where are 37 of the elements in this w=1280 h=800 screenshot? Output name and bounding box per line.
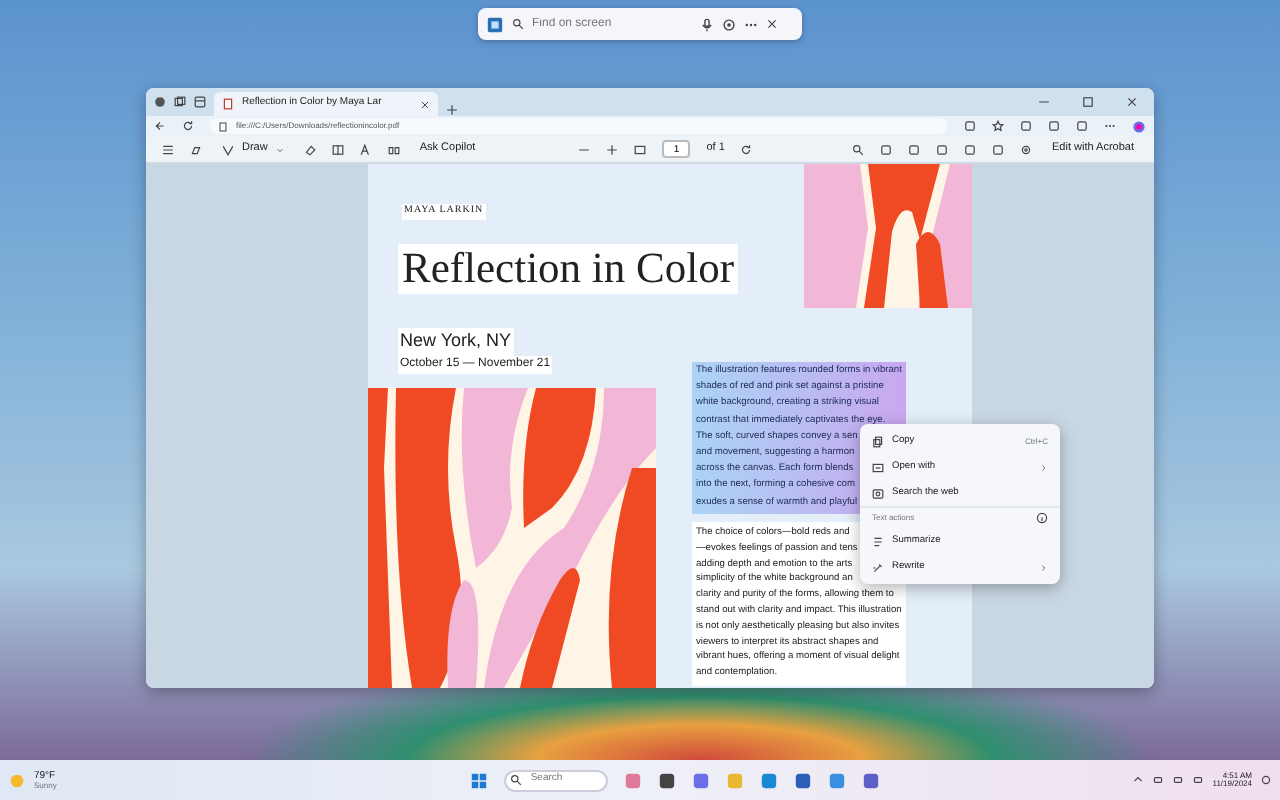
copy-icon	[872, 435, 884, 447]
maximize-icon[interactable]	[1082, 96, 1094, 108]
location-text: New York, NY	[398, 328, 514, 355]
back-icon[interactable]	[154, 120, 166, 132]
refresh-icon[interactable]	[182, 120, 194, 132]
favorite-icon[interactable]	[992, 120, 1004, 132]
text-size-icon[interactable]	[359, 143, 372, 155]
page-view-icon[interactable]	[331, 143, 344, 155]
search-icon	[512, 18, 524, 30]
file-icon	[218, 121, 228, 131]
close-icon[interactable]	[766, 18, 778, 30]
summarize-icon	[872, 535, 884, 547]
close-icon[interactable]	[420, 99, 430, 109]
rewrite-icon	[872, 561, 884, 573]
caret-icon	[275, 145, 284, 153]
start-icon[interactable]	[470, 771, 489, 789]
fit-page-icon[interactable]	[634, 143, 647, 155]
document-title: Reflection in Color	[398, 244, 738, 294]
contents-icon[interactable]	[162, 143, 174, 155]
eraser-icon[interactable]	[303, 143, 316, 155]
microphone-icon[interactable]	[700, 17, 714, 31]
chevron-up-icon[interactable]	[1132, 774, 1145, 786]
search-icon	[510, 774, 523, 786]
pdf-file-icon	[222, 98, 234, 110]
tab-actions-icon[interactable]	[194, 96, 206, 108]
close-icon[interactable]	[1126, 96, 1138, 108]
rotate-icon[interactable]	[740, 143, 753, 155]
zoom-in-icon[interactable]	[606, 143, 619, 155]
open-with-icon	[872, 461, 884, 473]
highlight-icon[interactable]	[190, 143, 202, 155]
search-icon[interactable]	[852, 143, 865, 155]
info-icon[interactable]	[1036, 512, 1048, 524]
new-tab-icon[interactable]	[446, 104, 458, 116]
app-icon[interactable]	[486, 15, 504, 33]
web-search-icon	[872, 487, 884, 499]
target-icon[interactable]	[722, 17, 736, 31]
profile-icon[interactable]	[154, 96, 166, 108]
